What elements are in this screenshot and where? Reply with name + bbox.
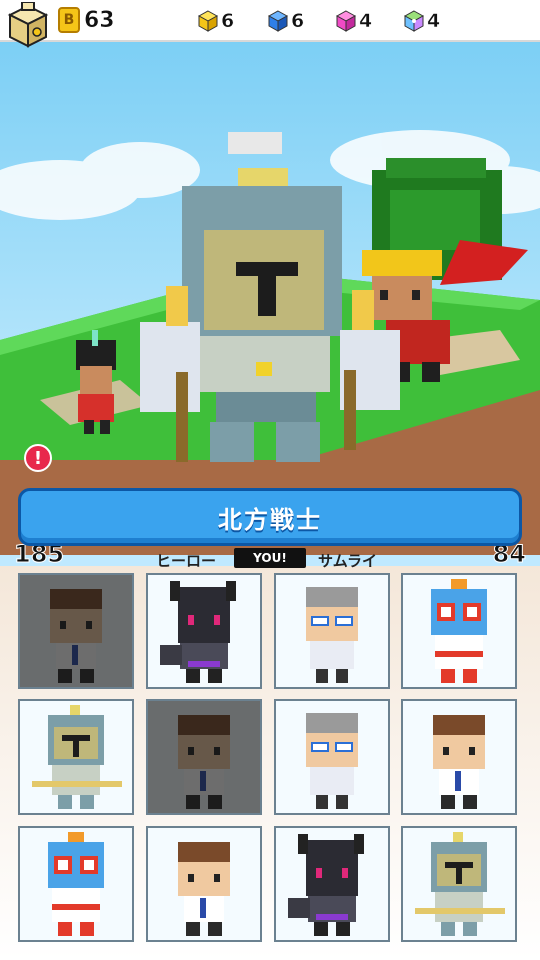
rainbow-cube-counter: 4	[404, 9, 440, 33]
character-name: 北方戦士	[218, 505, 322, 534]
coin-count: 63	[84, 7, 115, 33]
character-card-brown-hair-boy[interactable]	[146, 826, 262, 942]
coin-icon: B	[58, 7, 80, 33]
alert-badge[interactable]: !	[24, 444, 52, 472]
gray-hair-glasses-icon	[306, 713, 358, 809]
blue-cube-counter: 6	[268, 9, 304, 33]
character-card-knight[interactable]	[401, 826, 517, 942]
blue-cube-count: 6	[291, 10, 305, 33]
yellow-cube-icon	[198, 10, 218, 32]
home-box-icon[interactable]	[6, 1, 50, 50]
dark-ninja-icon	[288, 834, 364, 936]
character-card-brown-hair-boy[interactable]	[146, 699, 262, 815]
tab-hero[interactable]: ヒーロー	[156, 550, 216, 571]
coin-counter: B 63	[58, 6, 115, 34]
character-card-brown-hair-boy[interactable]	[401, 699, 517, 815]
small-soldier-character	[76, 330, 116, 434]
character-preview-scene	[0, 40, 540, 555]
character-name-banner[interactable]: 北方戦士	[18, 488, 522, 546]
gray-hair-glasses-icon	[306, 587, 358, 683]
blue-robot-icon	[48, 832, 104, 936]
pink-cube-icon	[336, 10, 356, 32]
you-badge: YOU!	[234, 548, 306, 568]
character-card-brown-hair-boy[interactable]	[18, 573, 134, 689]
scene-illustration	[0, 40, 540, 555]
brown-hair-boy-icon	[178, 715, 230, 809]
blue-robot-icon	[431, 579, 487, 683]
yellow-cube-counter: 6	[198, 9, 234, 33]
tab-samurai[interactable]: サムライ	[318, 550, 377, 571]
brown-hair-boy-icon	[433, 715, 485, 809]
pink-cube-count: 4	[359, 10, 373, 33]
yellow-cube-count: 6	[221, 10, 235, 33]
knight-icon	[32, 705, 122, 809]
character-card-knight[interactable]	[18, 699, 134, 815]
character-card-gray-hair-glasses[interactable]	[274, 699, 390, 815]
character-card-dark-ninja[interactable]	[146, 573, 262, 689]
rainbow-cube-icon	[404, 10, 424, 32]
character-card-blue-robot[interactable]	[18, 826, 134, 942]
knight-icon	[415, 832, 505, 936]
top-bar: B 63 6 6 4 4	[0, 0, 540, 48]
category-label-row: ヒーロー YOU! サムライ	[0, 548, 540, 570]
character-card-blue-robot[interactable]	[401, 573, 517, 689]
dark-ninja-icon	[160, 581, 236, 683]
rainbow-cube-count: 4	[427, 10, 441, 33]
pink-cube-counter: 4	[336, 9, 372, 33]
brown-hair-boy-icon	[50, 589, 102, 683]
brown-hair-boy-icon	[178, 842, 230, 936]
character-card-gray-hair-glasses[interactable]	[274, 573, 390, 689]
character-card-dark-ninja[interactable]	[274, 826, 390, 942]
blue-cube-icon	[268, 10, 288, 32]
